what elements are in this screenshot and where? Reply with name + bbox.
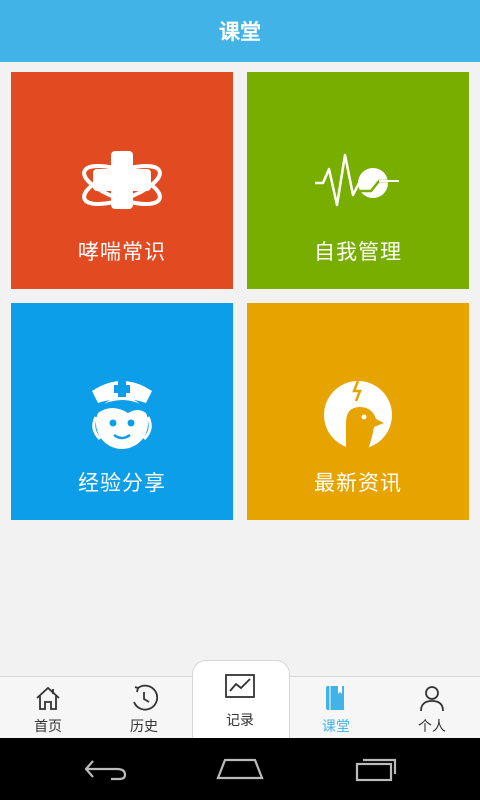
tile-experience-sharing[interactable]: 经验分享 — [11, 303, 233, 520]
tile-asthma-knowledge[interactable]: 哮喘常识 — [11, 72, 233, 289]
bird-news-icon — [324, 380, 392, 449]
page-header: 课堂 — [0, 0, 480, 62]
tab-classroom[interactable]: 课堂 — [288, 677, 384, 739]
heartbeat-chart-icon — [315, 153, 399, 207]
page-title: 课堂 — [219, 20, 261, 44]
tile-label: 自我管理 — [314, 240, 402, 264]
recent-apps-button[interactable] — [346, 754, 406, 784]
history-icon — [133, 684, 158, 711]
tab-home[interactable]: 首页 — [0, 677, 96, 739]
medical-cross-icon — [82, 151, 162, 209]
tab-history[interactable]: 历史 — [96, 677, 192, 739]
tile-latest-news[interactable]: 最新资讯 — [247, 303, 469, 520]
home-nav-icon — [216, 758, 264, 780]
chart-record-icon — [225, 674, 255, 698]
tile-label: 最新资讯 — [314, 471, 402, 495]
home-icon — [36, 686, 60, 710]
back-button[interactable] — [76, 754, 136, 784]
book-icon — [326, 686, 344, 710]
recent-apps-icon — [355, 758, 397, 782]
tab-label: 首页 — [34, 719, 62, 735]
tile-label: 经验分享 — [78, 471, 166, 495]
system-navigation-bar — [0, 738, 480, 800]
tab-label: 历史 — [130, 719, 158, 735]
home-nav-button[interactable] — [210, 754, 270, 784]
tile-label: 哮喘常识 — [78, 240, 166, 264]
tile-self-management[interactable]: 自我管理 — [247, 72, 469, 289]
person-icon — [420, 686, 444, 712]
tab-label: 记录 — [226, 713, 254, 729]
back-icon — [84, 760, 127, 781]
tab-personal[interactable]: 个人 — [384, 677, 480, 739]
tab-label: 课堂 — [322, 719, 350, 735]
tab-label: 个人 — [418, 719, 446, 735]
tab-record[interactable]: 记录 — [192, 660, 288, 740]
nurse-face-icon — [92, 381, 152, 449]
